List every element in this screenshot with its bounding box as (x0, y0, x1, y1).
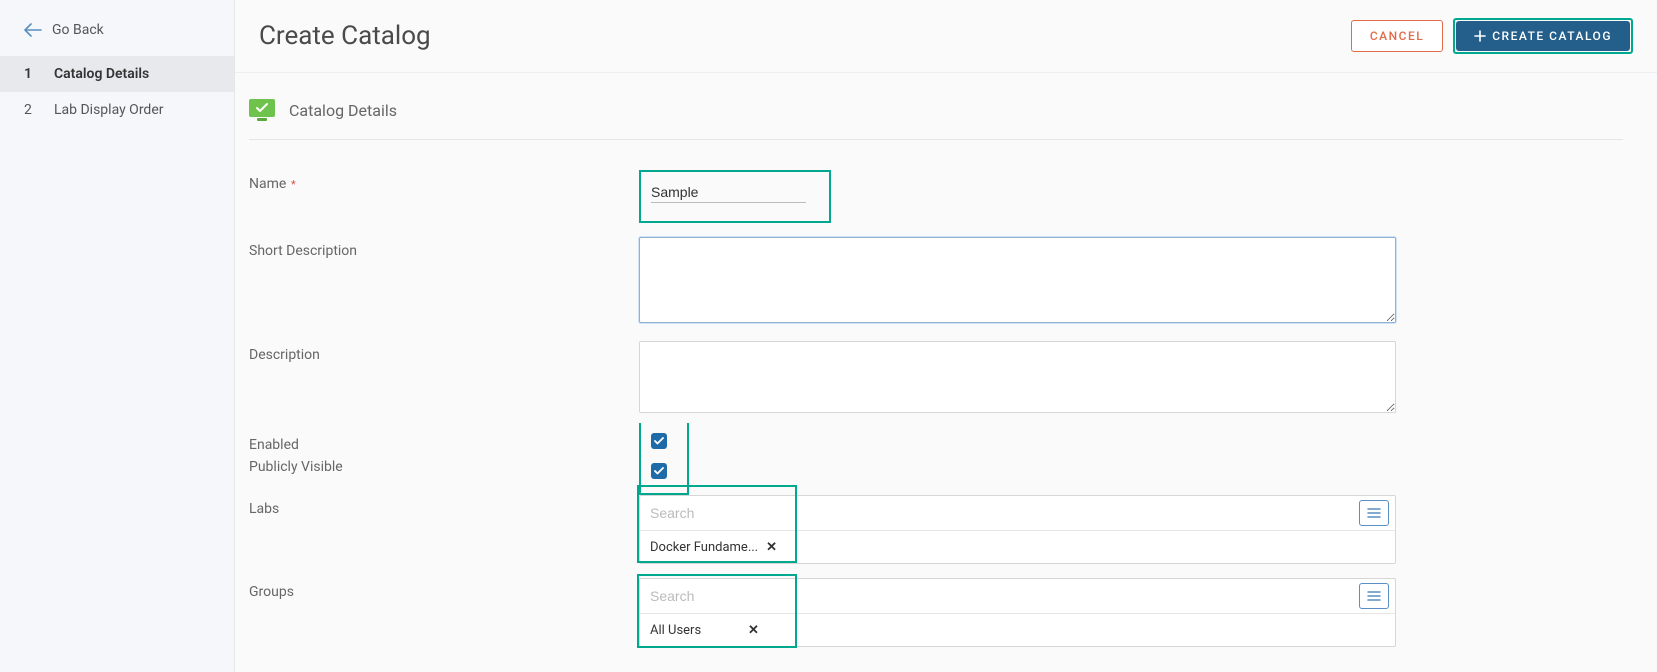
plus-icon (1474, 30, 1486, 42)
create-button-highlight: CREATE CATALOG (1453, 18, 1633, 54)
labs-selected-chip: Docker Fundame... ✕ (650, 540, 777, 555)
checkbox-highlight (639, 423, 689, 495)
publicly-visible-label: Publicly Visible (249, 453, 639, 475)
enabled-label: Enabled (249, 431, 639, 453)
sidebar-step-lab-display-order[interactable]: 2 Lab Display Order (0, 92, 234, 128)
description-label: Description (249, 341, 639, 363)
step-number: 2 (24, 102, 36, 118)
list-icon (1367, 507, 1381, 519)
short-description-input[interactable] (639, 237, 1396, 323)
required-asterisk: * (288, 178, 295, 191)
groups-selected-chip: All Users ✕ (650, 623, 759, 638)
page-title: Create Catalog (259, 21, 1351, 51)
description-input[interactable] (639, 341, 1396, 413)
topbar: Create Catalog CANCEL CREATE CATALOG (235, 0, 1657, 73)
sidebar-steps: 1 Catalog Details 2 Lab Display Order (0, 56, 234, 128)
content: Catalog Details Name * Short Description (235, 73, 1657, 672)
groups-list-toggle[interactable] (1359, 583, 1389, 609)
enabled-checkbox[interactable] (651, 433, 667, 449)
publicly-visible-checkbox[interactable] (651, 463, 667, 479)
chip-remove[interactable]: ✕ (766, 540, 777, 555)
name-input[interactable] (651, 182, 806, 203)
sidebar: Go Back 1 Catalog Details 2 Lab Display … (0, 0, 235, 672)
name-highlight (639, 170, 831, 223)
section-header: Catalog Details (249, 85, 1623, 140)
section-title: Catalog Details (289, 101, 397, 120)
create-button-label: CREATE CATALOG (1492, 29, 1612, 43)
chip-label: All Users (650, 623, 740, 638)
chip-remove[interactable]: ✕ (748, 623, 759, 638)
groups-multiselect: All Users ✕ (639, 578, 1396, 647)
groups-search-input[interactable] (640, 580, 1353, 612)
monitor-check-icon (249, 99, 275, 121)
short-description-label: Short Description (249, 237, 639, 259)
go-back-label: Go Back (52, 22, 104, 38)
chip-label: Docker Fundame... (650, 540, 758, 555)
groups-label: Groups (249, 578, 639, 600)
step-label: Catalog Details (54, 66, 149, 82)
list-icon (1367, 590, 1381, 602)
main-area: Create Catalog CANCEL CREATE CATALOG Cat… (235, 0, 1657, 672)
catalog-form: Name * Short Description Descript (249, 170, 1623, 647)
labs-list-toggle[interactable] (1359, 500, 1389, 526)
step-number: 1 (24, 66, 36, 82)
step-label: Lab Display Order (54, 102, 164, 118)
cancel-button[interactable]: CANCEL (1351, 20, 1443, 52)
name-label: Name * (249, 170, 639, 192)
labs-multiselect: Docker Fundame... ✕ (639, 495, 1396, 564)
go-back-button[interactable]: Go Back (0, 0, 234, 56)
sidebar-step-catalog-details[interactable]: 1 Catalog Details (0, 56, 234, 92)
labs-label: Labs (249, 495, 639, 517)
labs-search-input[interactable] (640, 497, 1353, 529)
arrow-left-icon (24, 23, 42, 37)
create-catalog-button[interactable]: CREATE CATALOG (1456, 21, 1630, 51)
